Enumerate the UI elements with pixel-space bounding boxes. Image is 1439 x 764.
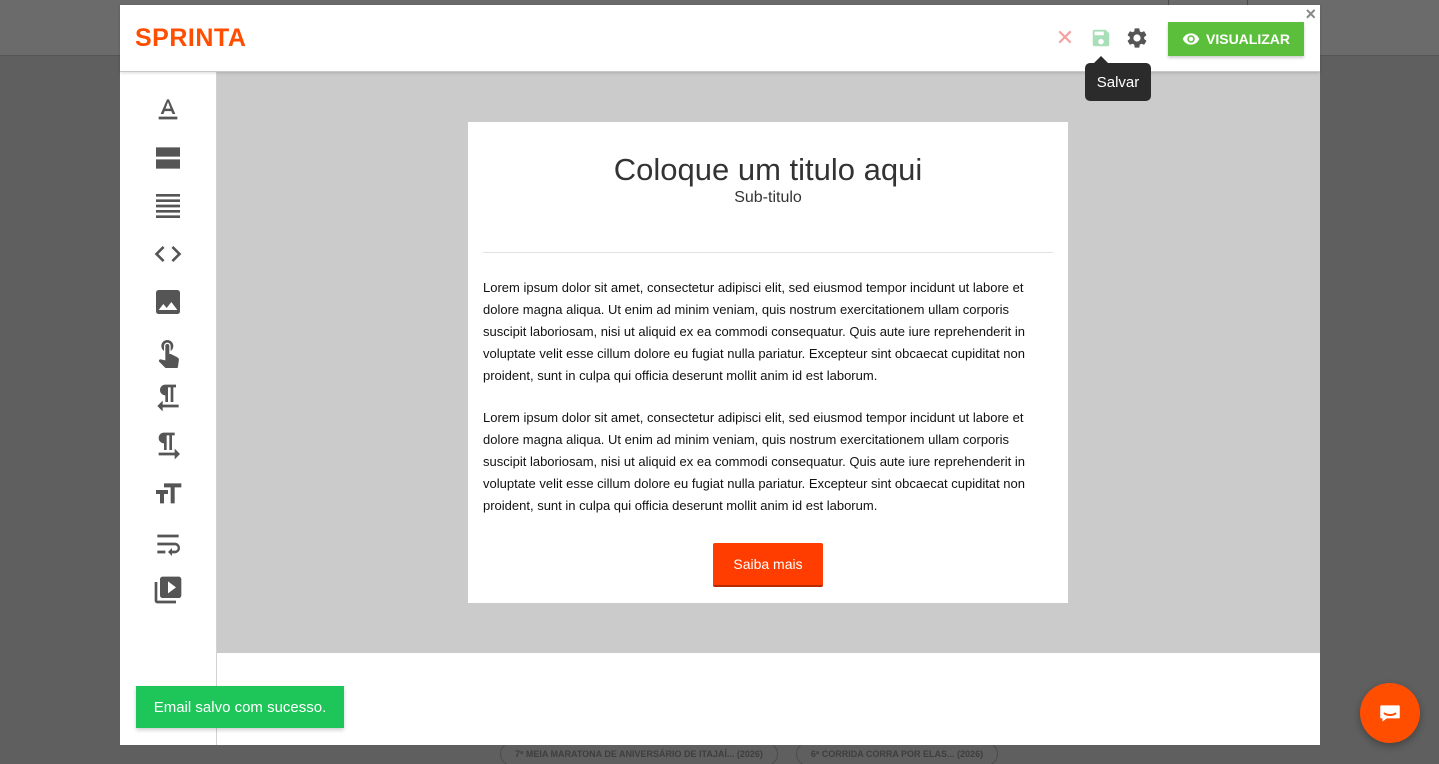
divider xyxy=(483,252,1053,253)
background-chip: 7ª MEIA MARATONA DE ANIVERSÁRIO DE ITAJA… xyxy=(500,742,778,764)
logo: SPRINTA xyxy=(135,24,247,52)
image-icon xyxy=(156,290,180,314)
text-format-icon xyxy=(158,99,178,120)
chat-widget-button[interactable] xyxy=(1360,683,1420,743)
text-size-icon xyxy=(156,483,182,504)
email-title[interactable]: Coloque um titulo aqui xyxy=(468,152,1068,188)
email-paragraph[interactable]: Lorem ipsum dolor sit amet, consectetur … xyxy=(483,277,1038,387)
settings-button[interactable] xyxy=(1124,25,1150,51)
video-tool[interactable] xyxy=(150,574,186,606)
pilcrow-left-icon xyxy=(157,384,179,412)
title-tool[interactable] xyxy=(150,478,186,510)
wrap-text-icon xyxy=(157,534,180,556)
email-preview: Coloque um titulo aqui Sub-titulo Lorem … xyxy=(468,122,1068,603)
success-toast: Email salvo com sucesso. xyxy=(136,686,344,728)
discard-button[interactable]: ✕ xyxy=(1052,25,1078,51)
tool-sidebar xyxy=(120,72,217,745)
save-tooltip: Salvar xyxy=(1085,56,1151,101)
editor-header: SPRINTA ✕ VISUALIZAR × xyxy=(120,5,1320,72)
image-tool[interactable] xyxy=(150,286,186,318)
layout-tool[interactable] xyxy=(150,142,186,174)
text-color-tool[interactable] xyxy=(150,94,186,126)
layout-rows-icon xyxy=(156,147,180,169)
saiba-mais-button[interactable]: Saiba mais xyxy=(713,543,823,587)
eye-icon xyxy=(1182,33,1200,45)
touch-icon xyxy=(158,340,179,368)
paragraph-tool[interactable] xyxy=(150,190,186,222)
background-chip: 6ª CORRIDA CORRA POR ELAS... (2026) xyxy=(795,742,999,764)
preview-button-label: VISUALIZAR xyxy=(1206,31,1290,47)
close-modal-button[interactable]: × xyxy=(1305,5,1316,23)
video-library-icon xyxy=(154,576,182,604)
email-paragraph[interactable]: Lorem ipsum dolor sit amet, consectetur … xyxy=(483,407,1038,517)
background-chips: 7ª MEIA MARATONA DE ANIVERSÁRIO DE ITAJA… xyxy=(500,742,999,764)
gear-icon xyxy=(1127,28,1147,48)
close-icon: ✕ xyxy=(1055,25,1075,50)
pilcrow-right-icon xyxy=(158,432,180,460)
button-tool[interactable] xyxy=(150,336,186,368)
email-editor-modal: SPRINTA ✕ VISUALIZAR × Salvar Coloque um… xyxy=(120,5,1320,745)
wrap-tool[interactable] xyxy=(150,528,186,560)
editor-canvas: Coloque um titulo aqui Sub-titulo Lorem … xyxy=(217,72,1320,653)
email-subtitle[interactable]: Sub-titulo xyxy=(468,189,1068,207)
align-lines-icon xyxy=(156,194,180,218)
ltr-paragraph-tool[interactable] xyxy=(150,430,186,462)
save-icon xyxy=(1092,29,1110,47)
chat-icon xyxy=(1380,705,1400,722)
code-icon xyxy=(154,246,182,262)
html-code-tool[interactable] xyxy=(150,238,186,270)
rtl-paragraph-tool[interactable] xyxy=(150,382,186,414)
editor-footer xyxy=(217,653,1320,745)
save-button[interactable] xyxy=(1088,25,1114,51)
preview-button[interactable]: VISUALIZAR xyxy=(1168,22,1304,56)
